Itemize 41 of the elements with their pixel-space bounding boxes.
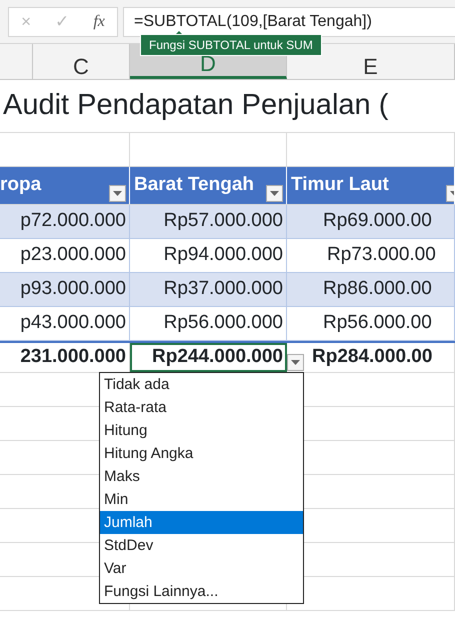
menu-item[interactable]: Rata-rata <box>100 396 303 419</box>
total-dropdown-button[interactable] <box>287 354 304 371</box>
menu-item[interactable]: Hitung <box>100 419 303 442</box>
table-cell-text: Rp57.000.000 <box>164 209 283 234</box>
formula-field[interactable]: =SUBTOTAL(109,[Barat Tengah]) <box>123 7 455 37</box>
menu-item[interactable]: Tidak ada <box>100 373 303 396</box>
caret-icon <box>113 191 122 196</box>
table-header: ropa <box>0 173 42 198</box>
filter-dropdown-button[interactable] <box>109 185 126 202</box>
total-cell-text: 231.000.000 <box>20 345 126 370</box>
menu-item[interactable]: Min <box>100 488 303 511</box>
total-cell-text: Rp244.000.000 <box>152 345 283 370</box>
table-cell-text: p93.000.000 <box>20 277 126 302</box>
caret-icon <box>270 191 279 196</box>
insert-function-button[interactable]: fx <box>93 10 105 34</box>
table-cell-text: p23.000.000 <box>20 243 126 268</box>
table-cell-text: Rp73.000.00 <box>327 243 436 268</box>
table-cell-text: p43.000.000 <box>20 311 126 336</box>
menu-item[interactable]: Var <box>100 557 303 580</box>
table-cell-text: Rp94.000.000 <box>164 243 283 268</box>
menu-item[interactable]: Jumlah <box>100 511 303 534</box>
menu-item[interactable]: StdDev <box>100 534 303 557</box>
column-header[interactable]: E <box>363 56 378 78</box>
menu-item[interactable]: Fungsi Lainnya... <box>100 580 303 603</box>
table-cell-text: Rp56.000.00 <box>323 311 432 336</box>
table-cell-text: Rp56.000.000 <box>164 311 283 336</box>
table-cell-text: p72.000.000 <box>20 209 126 234</box>
sheet-title: Audit Pendapatan Penjualan ( <box>0 80 455 133</box>
filter-dropdown-button[interactable] <box>266 185 283 202</box>
table-header: Barat Tengah <box>133 173 254 198</box>
column-header[interactable]: C <box>73 56 89 78</box>
total-cell-text: Rp284.000.00 <box>312 345 432 370</box>
table-cell-text: Rp37.000.000 <box>164 277 283 302</box>
caret-icon <box>291 360 300 365</box>
table-header: Timur Laut <box>290 173 389 198</box>
menu-item[interactable]: Hitung Angka <box>100 442 303 465</box>
column-header[interactable]: D <box>200 53 216 75</box>
tooltip: Fungsi SUBTOTAL untuk SUM <box>140 34 322 56</box>
table-cell-text: Rp86.000.00 <box>323 277 432 302</box>
table-cell-text: Rp69.000.00 <box>323 209 432 234</box>
menu-item[interactable]: Maks <box>100 465 303 488</box>
